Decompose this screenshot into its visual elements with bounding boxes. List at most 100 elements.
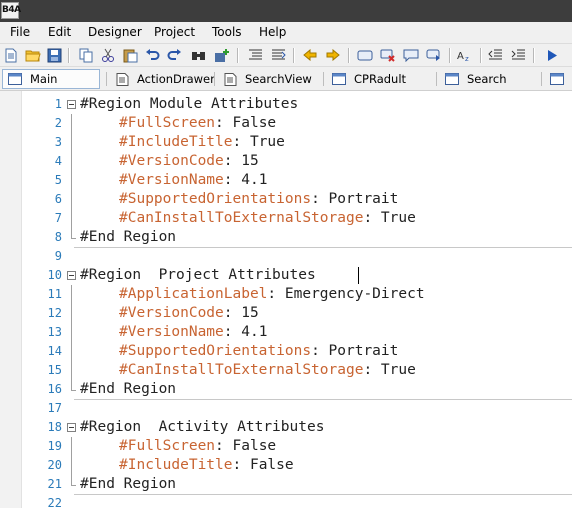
attribute-name: #VersionCode: [119, 305, 224, 321]
code-line[interactable]: 9: [0, 247, 572, 266]
attribute-name: #IncludeTitle: [119, 457, 233, 473]
attribute-name: #SupportedOrientations: [119, 343, 312, 359]
code-text: #Region Project Attributes: [80, 267, 324, 283]
line-number: 2: [54, 116, 62, 130]
fold-guide: [66, 475, 78, 494]
toolbar-separator: [237, 48, 239, 63]
designer-icon[interactable]: [357, 47, 373, 63]
svg-text:z: z: [465, 55, 469, 62]
menu-file[interactable]: File: [10, 25, 30, 39]
save-icon[interactable]: [46, 47, 62, 63]
attribute-value: 15: [241, 153, 259, 169]
outdent-icon[interactable]: [487, 47, 503, 63]
tab-searchview[interactable]: SearchView: [218, 69, 318, 89]
module-tab-bar: Main ActionDrawer SearchView CPRadult Se…: [0, 67, 572, 91]
redo-icon[interactable]: [166, 47, 182, 63]
line-number: 21: [47, 477, 62, 491]
code-line[interactable]: 15 #CanInstallToExternalStorage: True: [0, 361, 572, 380]
line-number: 1: [54, 97, 62, 111]
code-line[interactable]: 2 #FullScreen: False: [0, 114, 572, 133]
code-line[interactable]: 1 #Region Module Attributes: [0, 95, 572, 114]
region-directive: #Region Activity Attributes: [80, 419, 325, 435]
code-line[interactable]: 10 #Region Project Attributes: [0, 266, 572, 285]
line-number: 19: [47, 439, 62, 453]
bookmark-icon[interactable]: [426, 47, 442, 63]
code-line[interactable]: 11 #ApplicationLabel: Emergency-Direct: [0, 285, 572, 304]
code-line[interactable]: 21 #End Region: [0, 475, 572, 494]
tab-overflow[interactable]: [545, 69, 572, 89]
code-text: #Region Module Attributes: [80, 96, 298, 112]
code-line[interactable]: 18 #Region Activity Attributes: [0, 418, 572, 437]
menu-edit[interactable]: Edit: [48, 25, 71, 39]
new-file-icon[interactable]: [3, 47, 19, 63]
line-number: 8: [54, 230, 62, 244]
tab-main[interactable]: Main: [2, 69, 100, 89]
code-line[interactable]: 3 #IncludeTitle: True: [0, 133, 572, 152]
menu-tools[interactable]: Tools: [212, 25, 242, 39]
code-line[interactable]: 14 #SupportedOrientations: Portrait: [0, 342, 572, 361]
fold-toggle-icon[interactable]: [66, 266, 78, 285]
block-comment-icon[interactable]: [247, 47, 263, 63]
code-line[interactable]: 6 #SupportedOrientations: Portrait: [0, 190, 572, 209]
code-line[interactable]: 20 #IncludeTitle: False: [0, 456, 572, 475]
code-editor[interactable]: 1 #Region Module Attributes 2 #FullScreen: …: [0, 91, 572, 510]
back-arrow-icon[interactable]: [302, 47, 318, 63]
attribute-name: #SupportedOrientations: [119, 191, 312, 207]
open-folder-icon[interactable]: [25, 47, 41, 63]
fold-guide: [66, 380, 78, 399]
code-line[interactable]: 5 #VersionName: 4.1: [0, 171, 572, 190]
code-text: #FullScreen: False: [119, 438, 277, 454]
region-directive: #End Region: [80, 476, 177, 492]
menu-help[interactable]: Help: [259, 25, 286, 39]
paste-icon[interactable]: [122, 47, 138, 63]
line-number: 16: [47, 382, 62, 396]
line-number: 14: [47, 344, 62, 358]
font-icon[interactable]: Az: [457, 47, 473, 63]
code-line[interactable]: 8 #End Region: [0, 228, 572, 247]
code-line[interactable]: 17: [0, 399, 572, 418]
app-logo-icon[interactable]: B4A: [1, 2, 21, 19]
fold-guide: [66, 304, 78, 323]
undo-icon[interactable]: [144, 47, 160, 63]
add-icon[interactable]: [214, 47, 230, 63]
indent-icon[interactable]: [510, 47, 526, 63]
attribute-value: 4.1: [241, 324, 268, 340]
menu-designer[interactable]: Designer: [88, 25, 142, 39]
toolbar: Az: [0, 43, 572, 67]
code-line[interactable]: 12 #VersionCode: 15: [0, 304, 572, 323]
fold-toggle-icon[interactable]: [66, 95, 78, 114]
toolbar-separator: [293, 48, 295, 63]
attribute-value: Emergency-Direct: [284, 286, 425, 302]
tab-search[interactable]: Search: [440, 69, 536, 89]
find-icon[interactable]: [191, 47, 207, 63]
attribute-name: #FullScreen: [119, 438, 216, 454]
tab-label: CPRadult: [354, 72, 407, 86]
forward-arrow-icon[interactable]: [325, 47, 341, 63]
tab-actiondrawer[interactable]: ActionDrawer: [110, 69, 215, 89]
run-icon[interactable]: [544, 47, 560, 63]
module-icon: [550, 72, 565, 86]
line-number: 11: [47, 287, 62, 301]
remove-icon[interactable]: [380, 47, 396, 63]
code-text: #FullScreen: False: [119, 115, 277, 131]
code-line[interactable]: 4 #VersionCode: 15: [0, 152, 572, 171]
code-line[interactable]: 7 #CanInstallToExternalStorage: True: [0, 209, 572, 228]
attribute-name: #CanInstallToExternalStorage: [119, 362, 364, 378]
code-line[interactable]: 16 #End Region: [0, 380, 572, 399]
copy-icon[interactable]: [78, 47, 94, 63]
fold-toggle-icon[interactable]: [66, 418, 78, 437]
code-module-icon: [223, 72, 238, 86]
code-text: #VersionName: 4.1: [119, 172, 268, 188]
tab-label: Search: [467, 72, 507, 86]
chat-icon[interactable]: [403, 47, 419, 63]
uncomment-icon[interactable]: [270, 47, 286, 63]
menu-project[interactable]: Project: [154, 25, 195, 39]
code-line[interactable]: 13 #VersionName: 4.1: [0, 323, 572, 342]
fold-guide: [66, 323, 78, 342]
code-line[interactable]: 22: [0, 494, 572, 513]
tab-cpradult[interactable]: CPRadult: [327, 69, 432, 89]
fold-guide: [66, 342, 78, 361]
cut-icon[interactable]: [100, 47, 116, 63]
code-line[interactable]: 19 #FullScreen: False: [0, 437, 572, 456]
code-text: #SupportedOrientations: Portrait: [119, 343, 399, 359]
